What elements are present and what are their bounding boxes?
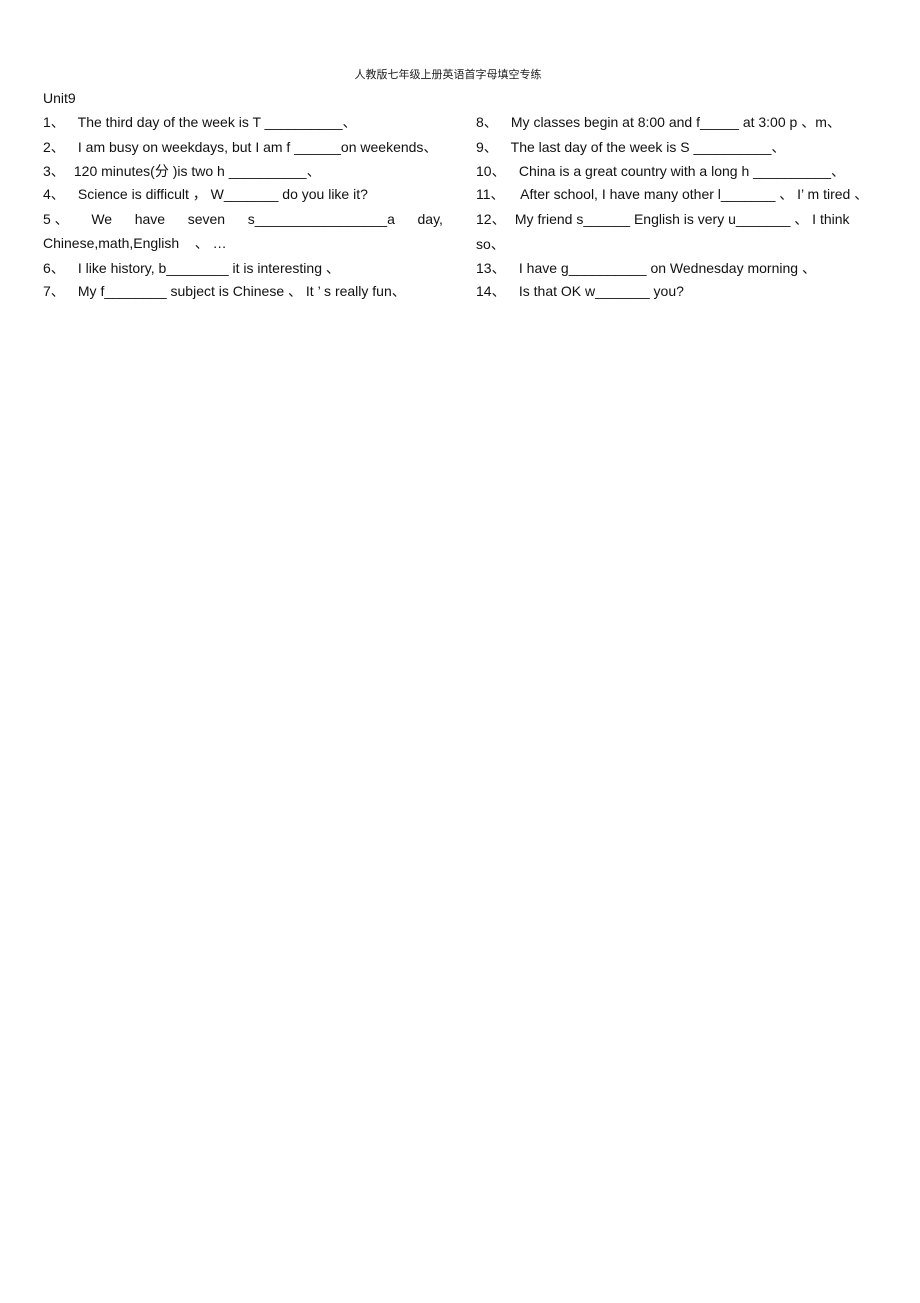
- question-6: 6、 I like history, b________ it is inter…: [43, 259, 340, 277]
- question-11: 11、 After school, I have many other l___…: [476, 185, 868, 203]
- question-5-line-1: 5 、 We have seven s_________________a da…: [43, 207, 443, 231]
- question-5-line-2: Chinese,math,English 、 …: [43, 235, 227, 251]
- question-number: 3、: [43, 163, 65, 179]
- question-word: day,: [417, 211, 443, 227]
- question-text: After school, I have many other l_______…: [520, 186, 869, 202]
- question-number: 7、: [43, 283, 65, 299]
- question-12-continued: so、: [476, 236, 505, 252]
- question-text: I am busy on weekdays, but I am f ______…: [77, 139, 438, 155]
- question-text: China is a great country with a long h _…: [518, 163, 845, 179]
- question-number: 8、: [476, 114, 498, 130]
- question-text: 120 minutes(分 )is two h __________、: [73, 163, 321, 179]
- question-9: 9、 The last day of the week is S _______…: [476, 138, 785, 156]
- unit-heading: Unit9: [43, 90, 76, 106]
- question-text: The third day of the week is T _________…: [77, 114, 357, 130]
- question-8: 8、 My classes begin at 8:00 and f_____ a…: [476, 113, 841, 131]
- question-word: have: [134, 211, 166, 227]
- question-2: 2、 I am busy on weekdays, but I am f ___…: [43, 138, 437, 156]
- question-text: Is that OK w_______ you?: [518, 283, 684, 299]
- question-text: My classes begin at 8:00 and f_____ at 3…: [510, 114, 841, 130]
- question-word: We: [91, 211, 113, 227]
- question-10: 10、 China is a great country with a long…: [476, 162, 845, 180]
- question-number: 1、: [43, 114, 65, 130]
- question-7: 7、 My f________ subject is Chinese 、 It …: [43, 282, 406, 300]
- question-number: 5 、: [43, 211, 69, 227]
- question-text: The last day of the week is S __________…: [510, 139, 786, 155]
- question-text: I have g__________ on Wednesday morning …: [518, 260, 816, 276]
- question-12: 12、 My friend s______ English is very u_…: [476, 210, 850, 228]
- question-3: 3、 120 minutes(分 )is two h __________、: [43, 162, 321, 180]
- question-text: Science is difficult ， W_______ do you l…: [77, 186, 368, 202]
- question-number: 12、: [476, 211, 506, 227]
- question-word: seven: [187, 211, 226, 227]
- question-number: 9、: [476, 139, 498, 155]
- question-1: 1、 The third day of the week is T ______…: [43, 113, 357, 131]
- question-text: My friend s______ English is very u_____…: [514, 211, 850, 227]
- question-5: 5 、 We have seven s_________________a da…: [43, 207, 443, 255]
- page-title: 人教版七年级上册英语首字母填空专练: [354, 68, 542, 81]
- question-number: 14、: [476, 283, 506, 299]
- question-number: 13、: [476, 260, 506, 276]
- question-number: 6、: [43, 260, 65, 276]
- question-number: 11、: [476, 186, 505, 202]
- question-13: 13、 I have g__________ on Wednesday morn…: [476, 259, 816, 277]
- question-14: 14、 Is that OK w_______ you?: [476, 282, 684, 300]
- question-number: 10、: [476, 163, 506, 179]
- question-4: 4、 Science is difficult ， W_______ do yo…: [43, 185, 368, 203]
- question-word: s_________________a: [247, 211, 395, 227]
- question-text: I like history, b________ it is interest…: [77, 260, 340, 276]
- question-number: 2、: [43, 139, 65, 155]
- worksheet-page: 人教版七年级上册英语首字母填空专练 Unit9 1、 The third day…: [0, 0, 920, 1303]
- question-text: My f________ subject is Chinese 、 It ’ s…: [77, 283, 406, 299]
- question-number: 4、: [43, 186, 65, 202]
